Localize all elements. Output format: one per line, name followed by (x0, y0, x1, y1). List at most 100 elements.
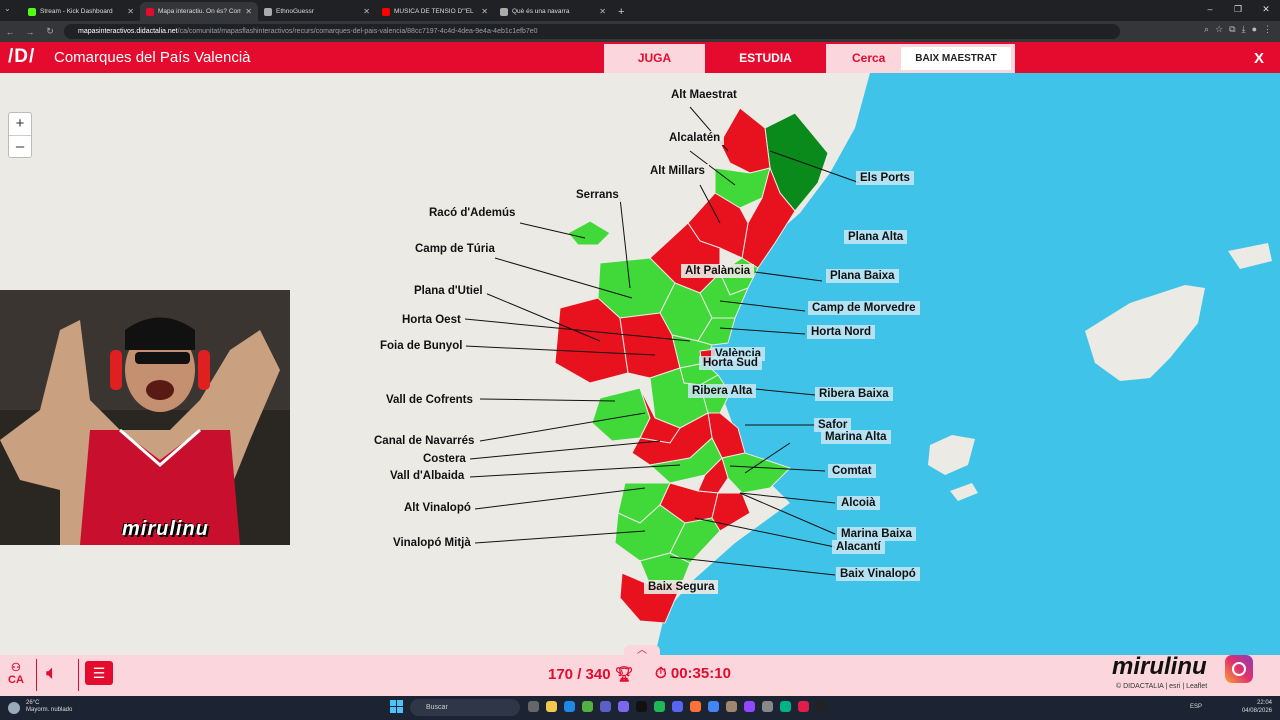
label-foia-bunyol[interactable]: Foia de Bunyol (376, 339, 467, 353)
zoom-icon[interactable]: ⌕ (1204, 24, 1209, 35)
close-window-icon[interactable]: ✕ (1252, 0, 1280, 21)
bookmark-star-icon[interactable]: ☆ (1215, 24, 1223, 35)
windows-start-icon[interactable] (390, 700, 404, 714)
trophy-icon: 🏆︎ (614, 666, 634, 683)
app-icon[interactable] (780, 701, 791, 712)
app-header: /D/ Comarques del País Valencià JUGA EST… (0, 42, 1280, 73)
zoom-out-button[interactable]: – (9, 135, 31, 157)
browser-tab[interactable]: Què és una navarra ✕ (494, 2, 612, 21)
app-icon[interactable] (762, 701, 773, 712)
app-icon[interactable] (798, 701, 809, 712)
label-baix-segura[interactable]: Baix Segura (644, 580, 719, 594)
label-marina-alta[interactable]: Marina Alta (821, 430, 891, 444)
profile-icon[interactable]: ● (1252, 24, 1257, 35)
close-button[interactable]: X (1254, 50, 1264, 67)
label-plana-alta[interactable]: Plana Alta (844, 230, 908, 244)
close-tab-icon[interactable]: ✕ (481, 7, 488, 16)
feedback-icon[interactable]: ☰ (85, 661, 113, 685)
browser-tab[interactable]: EthnoGuessr ✕ (258, 2, 376, 21)
chrome-icon[interactable] (708, 701, 719, 712)
close-tab-icon[interactable]: ✕ (363, 7, 370, 16)
download-icon[interactable]: ⤓ (1242, 24, 1246, 35)
label-alt-vinalopo[interactable]: Alt Vinalopó (400, 501, 475, 515)
streamer-brand: mirulinu (1112, 653, 1207, 680)
juga-button[interactable]: JUGA (604, 44, 705, 73)
tab-list-icon[interactable]: ⌄ (4, 4, 11, 13)
label-horta-nord[interactable]: Horta Nord (807, 325, 876, 339)
kick-icon (28, 7, 36, 16)
weather-widget[interactable]: 26°C Mayorm. nublado (26, 700, 72, 714)
zoom-in-button[interactable]: + (9, 113, 31, 135)
expand-panel-chevron-icon[interactable]: ︿ (624, 645, 660, 657)
label-camp-morvedre[interactable]: Camp de Morvedre (808, 301, 920, 315)
label-alcalaten[interactable]: Alcalatén (665, 131, 725, 145)
label-ribera-alta[interactable]: Ribera Alta (688, 384, 757, 398)
close-tab-icon[interactable]: ✕ (599, 7, 606, 16)
label-vall-albaida[interactable]: Vall d'Albaida (386, 469, 469, 483)
language-selector[interactable]: ⚇ CA (8, 661, 24, 686)
extension-icon[interactable]: ⧉ (1229, 24, 1235, 35)
didactalia-icon (146, 7, 154, 16)
label-vinalopo-mitja[interactable]: Vinalopó Mitjà (389, 536, 475, 550)
label-alt-maestrat[interactable]: Alt Maestrat (667, 88, 741, 102)
label-alt-millars[interactable]: Alt Millars (646, 164, 709, 178)
app-icon[interactable] (816, 701, 827, 712)
label-baix-vinalopo[interactable]: Baix Vinalopó (836, 567, 920, 581)
app-window: /D/ Comarques del País Valencià JUGA EST… (0, 42, 1280, 696)
menu-icon[interactable]: ⋮ (1263, 24, 1272, 35)
label-canal-navarres[interactable]: Canal de Navarrés (370, 434, 479, 448)
search-placeholder: Buscar (426, 704, 448, 711)
twitch-icon[interactable] (744, 701, 755, 712)
firefox-icon[interactable] (690, 701, 701, 712)
label-els-ports[interactable]: Els Ports (856, 171, 914, 185)
estudia-button[interactable]: ESTUDIA (706, 44, 825, 73)
speaker-icon[interactable]: 🔈︎ (46, 662, 58, 685)
task-view-icon[interactable] (528, 701, 539, 712)
label-comtat[interactable]: Comtat (828, 464, 876, 478)
reload-icon[interactable]: ↻ (40, 26, 60, 37)
score-counter: 170 / 340 🏆︎ (548, 665, 634, 683)
label-serrans[interactable]: Serrans (572, 188, 623, 202)
teams-icon[interactable] (600, 701, 611, 712)
tab-label: EthnoGuessr (276, 8, 314, 15)
label-vall-cofrents[interactable]: Vall de Cofrents (382, 393, 477, 407)
label-raco-ademus[interactable]: Racó d'Ademús (425, 206, 520, 220)
clock-date: 04/08/2026 (1241, 708, 1272, 714)
label-horta-sud[interactable]: Horta Sud (699, 356, 762, 370)
new-tab-button[interactable]: + (618, 2, 624, 21)
tab-label: MÚSICA DE TENSIÓ D'"EL (394, 8, 474, 15)
back-icon[interactable]: ← (0, 27, 20, 37)
map-credits: © DIDACTALIA | esri | Leaflet (1116, 683, 1208, 690)
xbox-icon[interactable] (582, 701, 593, 712)
tiktok-icon[interactable] (636, 701, 647, 712)
app-icon[interactable] (618, 701, 629, 712)
input-language[interactable]: ESP (1190, 704, 1202, 710)
label-costera[interactable]: Costera (419, 452, 470, 466)
target-region-name: BAIX MAESTRAT (901, 47, 1011, 70)
browser-tab[interactable]: Stream - Kick Dashboard ✕ (22, 2, 140, 21)
close-tab-icon[interactable]: ✕ (245, 7, 252, 16)
taskbar-search[interactable]: Buscar (410, 699, 520, 716)
close-tab-icon[interactable]: ✕ (127, 7, 134, 16)
file-explorer-icon[interactable] (546, 701, 557, 712)
forward-icon[interactable]: → (20, 27, 40, 37)
discord-icon[interactable] (672, 701, 683, 712)
label-plana-utiel[interactable]: Plana d'Utiel (410, 284, 487, 298)
label-ribera-baixa[interactable]: Ribera Baixa (815, 387, 893, 401)
url-input[interactable]: mapasinteractivos.didactalia.net/ca/comu… (64, 24, 1120, 39)
label-alacanti[interactable]: Alacantí (832, 540, 885, 554)
label-marina-baixa[interactable]: Marina Baixa (837, 527, 916, 541)
system-clock[interactable]: 22:04 04/08/2026 (1242, 699, 1272, 715)
label-camp-turia[interactable]: Camp de Túria (411, 242, 499, 256)
spotify-icon[interactable] (654, 701, 665, 712)
minimize-icon[interactable]: – (1196, 0, 1224, 21)
browser-tab-active[interactable]: Mapa interactiu. On és? Comar ✕ (140, 2, 258, 21)
app-icon[interactable] (726, 701, 737, 712)
maximize-icon[interactable]: ❐ (1224, 0, 1252, 21)
label-plana-baixa[interactable]: Plana Baixa (826, 269, 899, 283)
edge-icon[interactable] (564, 701, 575, 712)
label-horta-oest[interactable]: Horta Oest (398, 313, 465, 327)
label-alt-palancia[interactable]: Alt Palància (681, 264, 755, 278)
label-alcoia[interactable]: Alcoià (837, 496, 880, 510)
browser-tab[interactable]: MÚSICA DE TENSIÓ D'"EL ✕ (376, 2, 494, 21)
